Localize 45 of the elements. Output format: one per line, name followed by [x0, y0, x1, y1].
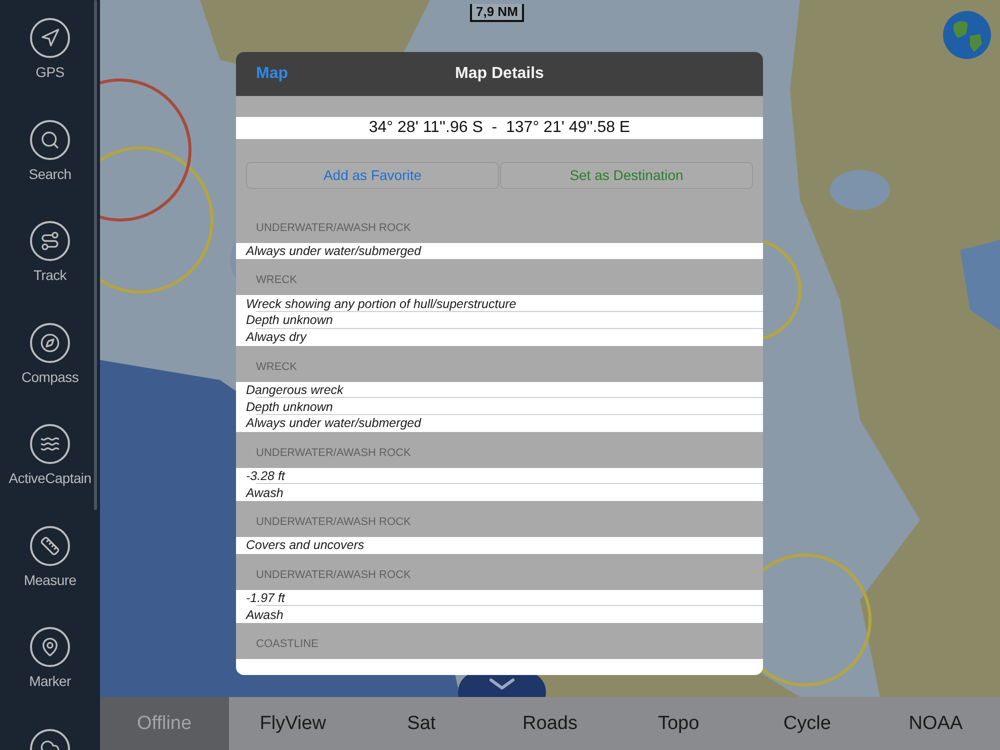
sidebar-item[interactable]: Compass: [21, 368, 79, 384]
detail-row: Awash: [236, 606, 763, 623]
section-header: COASTLINE: [256, 638, 318, 650]
map-pin-icon[interactable]: [30, 627, 70, 667]
sidebar-item[interactable]: Measure: [24, 572, 76, 588]
detail-row: Awash: [236, 484, 763, 501]
back-link[interactable]: Map: [256, 65, 288, 83]
scale-bar: 7,9 NM: [470, 4, 524, 22]
compass-icon[interactable]: [30, 322, 70, 362]
detail-row: Always under water/submerged: [236, 414, 763, 432]
section-header: UNDERWATER/AWASH ROCK: [256, 568, 411, 581]
chevron-down-icon: [489, 678, 515, 690]
section-header: UNDERWATER/AWASH ROCK: [256, 222, 411, 234]
map-type-tab[interactable]: Offline: [100, 697, 229, 750]
detail-row: Covers and uncovers: [236, 536, 763, 554]
sidebar-item[interactable]: Track: [34, 267, 66, 283]
navigation-icon[interactable]: [30, 18, 70, 58]
detail-row: Depth unknown: [236, 398, 763, 415]
section-header: UNDERWATER/AWASH ROCK: [256, 446, 411, 459]
route-icon[interactable]: [30, 221, 70, 261]
section-header: WRECK: [256, 274, 297, 286]
section-header: UNDERWATER/AWASH ROCK: [256, 516, 411, 528]
map-type-tab[interactable]: Topo: [614, 697, 743, 750]
detail-row: Dangerous wreck: [236, 382, 763, 398]
detail-row: Always under water/submerged: [236, 242, 763, 260]
map-type-tab[interactable]: NOAA: [871, 697, 1000, 750]
search-icon[interactable]: [30, 120, 70, 160]
detail-row: Depth unknown: [236, 312, 763, 329]
map-type-tab[interactable]: Cycle: [742, 697, 872, 750]
sidebar-item[interactable]: GPS: [36, 64, 64, 80]
detail-row: Wreck showing any portion of hull/superstructure: [236, 295, 763, 312]
sidebar-item[interactable]: ActiveCaptain: [8, 470, 92, 486]
waves-icon[interactable]: [30, 424, 70, 464]
map-type-tab[interactable]: Roads: [486, 697, 614, 750]
sidebar-item[interactable]: Search: [28, 166, 72, 182]
detail-row: -1.97 ft: [236, 590, 763, 606]
dialog-title: Map Details: [455, 65, 544, 83]
map-type-tab[interactable]: Sat: [357, 697, 486, 750]
detail-row: -3.28 ft: [236, 468, 763, 484]
section-header: WRECK: [256, 360, 297, 372]
coordinates: 34° 28' 11''.96 S - 137° 21' 49''.58 E: [236, 117, 763, 139]
ruler-icon[interactable]: [30, 526, 70, 566]
sidebar-item[interactable]: Marker: [29, 673, 71, 689]
map-type-tab[interactable]: FlyView: [228, 697, 358, 750]
detail-row: Always dry: [236, 328, 763, 346]
